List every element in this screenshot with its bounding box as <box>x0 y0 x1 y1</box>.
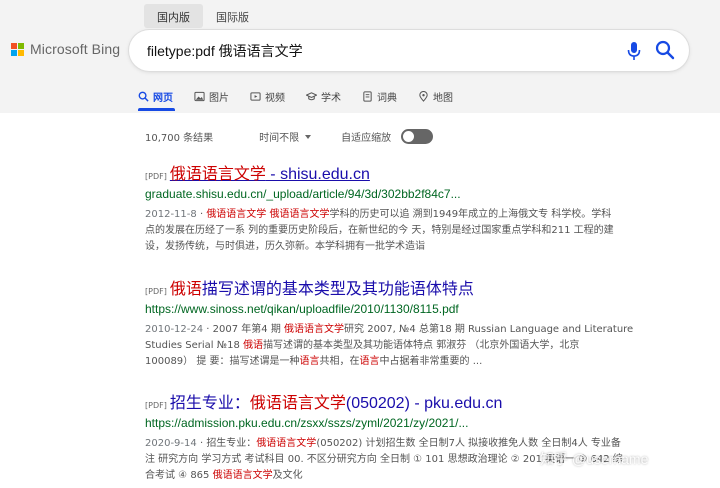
tab-domestic[interactable]: 国内版 <box>144 4 203 28</box>
pdf-tag: [PDF] <box>145 172 167 181</box>
nav-dictionary[interactable]: 词典 <box>362 81 397 111</box>
result-title-link[interactable]: 招生专业：俄语语言文学(050202) - pku.edu.cn <box>170 389 503 413</box>
adaptive-zoom-toggle[interactable] <box>401 129 434 144</box>
result-url[interactable]: https://admission.pku.edu.cn/zsxx/sszs/z… <box>145 416 685 430</box>
toggle-knob <box>403 131 415 142</box>
snippet-text: 2007 年第4 期 <box>212 324 285 335</box>
nav-academic[interactable]: 学术 <box>306 81 341 111</box>
result-snippet: 2012-11-8 · 俄语语言文学 俄语语言文学学科的历史可以追 溯到1949… <box>145 209 614 252</box>
search-result: [PDF] 俄语描写述谓的基本类型及其功能语体特点 https://www.si… <box>145 275 685 370</box>
snippet-text: 点的发展在历经了一系 列的重要历史阶段后，在新世纪的今 天，特别是经过国家重点学… <box>145 225 614 236</box>
nav-videos[interactable]: 视频 <box>250 81 285 111</box>
snippet-text: 中占据着非常重要的 ... <box>379 356 483 367</box>
snippet-text: 招生专业： <box>206 438 257 449</box>
snippet-highlight: 俄语语言文学 俄语语言文学 <box>206 209 330 220</box>
title-rest: - shisu.edu.cn <box>265 166 370 183</box>
adaptive-zoom-label: 自适应缩放 <box>341 133 392 144</box>
snippet-highlight: 俄语语言文学 <box>256 438 317 449</box>
watermark: 知乎 @username <box>540 451 649 467</box>
search-result: [PDF] 招生专业：俄语语言文学(050202) - pku.edu.cn h… <box>145 389 685 484</box>
time-filter-dropdown[interactable]: 时间不限 <box>259 129 312 144</box>
nav-label: 地图 <box>433 92 453 104</box>
pdf-tag: [PDF] <box>145 401 167 410</box>
snippet-highlight: 语言 <box>299 356 320 367</box>
academic-cap-icon <box>306 91 317 100</box>
title-rest: 描写述谓的基本类型及其功能语体特点 <box>201 281 474 298</box>
snippet-highlight: 俄语语言文学 <box>212 470 273 481</box>
snippet-text: (050202) 计划招生数 全日制7人 拟接收推免人数 全日制4人 专业备 <box>316 438 621 449</box>
time-filter-label: 时间不限 <box>259 133 300 144</box>
snippet-highlight: 语言 <box>359 356 380 367</box>
nav-maps[interactable]: 地图 <box>418 81 453 111</box>
search-box[interactable]: filetype:pdf 俄语语言文学 <box>129 30 689 71</box>
nav-label: 视频 <box>265 92 285 104</box>
snippet-text: 合考试 ④ 865 <box>145 470 213 481</box>
result-count: 10,700 条结果 <box>145 133 214 144</box>
microsoft-logo-icon <box>11 42 24 56</box>
snippet-text: 共相，在 <box>319 356 360 367</box>
snippet-highlight: 俄语语言文学 <box>284 324 345 335</box>
search-icon[interactable] <box>655 40 675 60</box>
result-title-link[interactable]: 俄语语言文学 - shisu.edu.cn <box>170 160 370 184</box>
result-date: 2010-12-24 <box>145 324 204 335</box>
video-icon <box>250 91 261 101</box>
image-icon <box>194 91 205 101</box>
snippet-text: 设，发扬传统，与时俱进，历久弥新。本学科拥有一批学术造诣 <box>145 241 425 252</box>
snippet-highlight: 俄语 <box>243 340 264 351</box>
microphone-icon[interactable] <box>625 41 643 61</box>
header: 国内版 国际版 Microsoft Bing filetype:pdf 俄语语言… <box>0 0 720 113</box>
search-result: [PDF] 俄语语言文学 - shisu.edu.cn graduate.shi… <box>145 160 685 255</box>
snippet-text: Studies Serial №18 <box>145 340 244 351</box>
dictionary-icon <box>363 90 372 102</box>
pdf-tag: [PDF] <box>145 287 167 296</box>
nav-label: 词典 <box>377 92 397 104</box>
title-highlight: 俄语 <box>169 281 202 298</box>
title-highlight: 俄语语言文学 <box>249 395 346 412</box>
result-snippet: 2010-12-24 · 2007 年第4 期 俄语语言文学研究 2007, №… <box>145 324 634 367</box>
nav-web[interactable]: 网页 <box>138 81 175 111</box>
bing-logo[interactable]: Microsoft Bing <box>11 41 120 57</box>
result-date: 2020-9-14 <box>145 438 197 449</box>
title-highlight: 俄语语言文学 <box>169 166 266 183</box>
snippet-text: 研究 2007, №4 总第18 期 Russian Language and … <box>344 324 634 335</box>
chevron-down-icon <box>305 134 312 139</box>
title-rest: (050202) - pku.edu.cn <box>345 395 503 412</box>
filter-bar: 10,700 条结果 时间不限 自适应缩放 <box>145 129 434 144</box>
title-text: 招生专业： <box>169 395 250 412</box>
snippet-text: 及文化 <box>272 470 303 481</box>
nav-images[interactable]: 图片 <box>194 81 229 111</box>
result-date: 2012-11-8 <box>145 209 197 220</box>
snippet-text: 描写述谓的基本类型及其功能语体特点 郭淑芬 （北京外国语大学，北京 <box>263 340 580 351</box>
search-input[interactable]: filetype:pdf 俄语语言文学 <box>147 41 303 61</box>
scope-nav: 网页 图片 视频 学术 词典 地图 <box>138 81 474 111</box>
result-url[interactable]: https://www.sinoss.net/qikan/uploadfile/… <box>145 302 685 316</box>
nav-label: 学术 <box>321 92 341 104</box>
market-tabs: 国内版 国际版 <box>144 4 262 28</box>
tab-international[interactable]: 国际版 <box>203 4 262 28</box>
snippet-text: 学科的历史可以追 溯到1949年成立的上海俄文专 科学校。学科 <box>329 209 612 220</box>
map-pin-icon <box>419 90 428 102</box>
nav-label: 网页 <box>153 92 173 104</box>
search-icon <box>138 91 149 102</box>
result-url[interactable]: graduate.shisu.edu.cn/_upload/article/94… <box>145 187 685 201</box>
result-title-link[interactable]: 俄语描写述谓的基本类型及其功能语体特点 <box>170 275 474 299</box>
brand-name: Microsoft Bing <box>30 41 121 57</box>
snippet-text: 100089） 提 要：描写述谓是一种 <box>145 356 300 367</box>
nav-label: 图片 <box>209 92 229 104</box>
